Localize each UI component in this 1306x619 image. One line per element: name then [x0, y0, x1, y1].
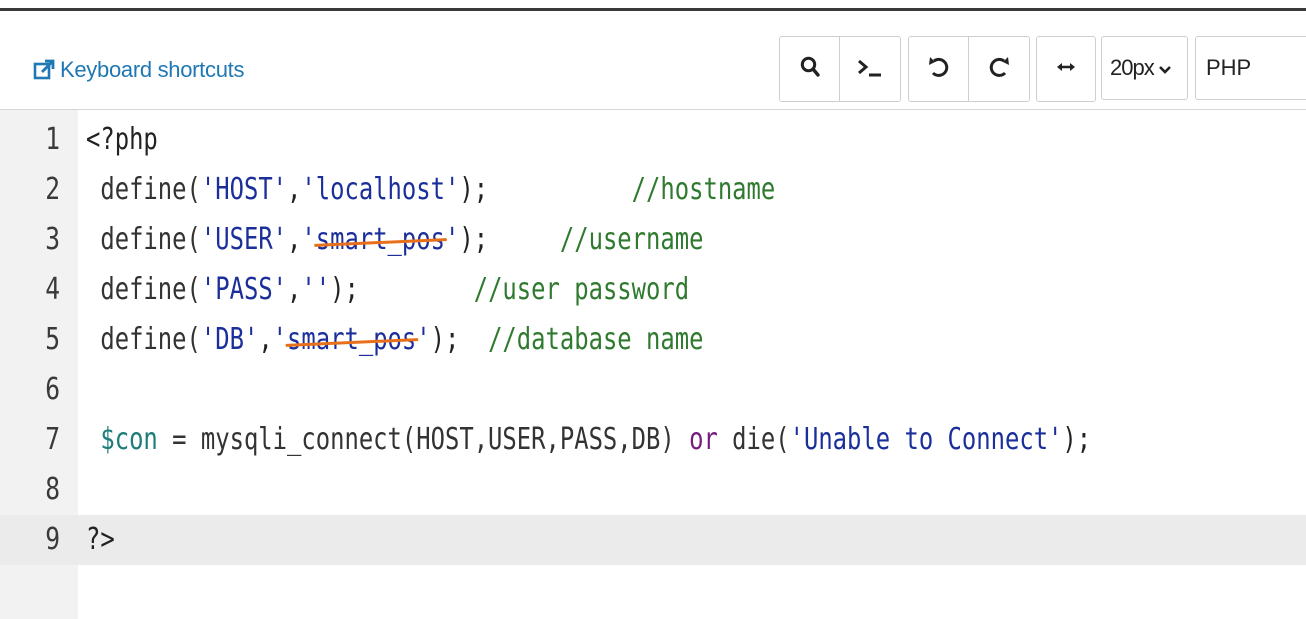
- comment: //user password: [473, 272, 690, 307]
- redacted-username: smart_pos: [316, 215, 445, 265]
- string-literal: '': [301, 272, 331, 307]
- console-button[interactable]: [840, 37, 900, 101]
- active-line-highlight: [0, 515, 1306, 565]
- font-size-select[interactable]: 20px: [1101, 36, 1188, 100]
- quote: ': [416, 322, 431, 357]
- comma: ,: [287, 272, 302, 307]
- keyboard-shortcuts-link[interactable]: Keyboard shortcuts: [33, 57, 244, 83]
- line-number: 2: [45, 172, 60, 207]
- undo-icon: [928, 55, 950, 84]
- line-number: 1: [45, 122, 60, 157]
- comma: ,: [287, 222, 302, 257]
- editor-toolbar: Keyboard shortcuts 20px PHP: [0, 11, 1306, 110]
- comment: //hostname: [631, 172, 776, 207]
- redacted-database: smart_pos: [287, 315, 416, 365]
- string-literal: 'localhost': [301, 172, 460, 207]
- line-number: 4: [45, 272, 60, 307]
- connect-call: = mysqli_connect(HOST,USER,PASS,DB): [157, 422, 690, 457]
- line-number: 3: [45, 222, 60, 257]
- wrap-button[interactable]: [1037, 37, 1095, 101]
- variable: $con: [100, 422, 158, 457]
- define-call: define(: [100, 172, 201, 207]
- line-number: 8: [45, 472, 60, 507]
- code-editor[interactable]: 1 2 3 4 5 6 7 8 9 <?php define('HOST','l…: [0, 110, 1306, 619]
- language-select[interactable]: PHP: [1195, 36, 1306, 100]
- code-line-7: $con = mysqli_connect(HOST,USER,PASS,DB)…: [86, 415, 1091, 465]
- font-size-value: 20px: [1110, 55, 1155, 80]
- php-open-tag: <?php: [86, 122, 158, 157]
- comma: ,: [287, 172, 302, 207]
- undo-redo-group: [908, 36, 1030, 102]
- line-number: 5: [45, 322, 60, 357]
- code-line-4: define('PASS',''); //user password: [86, 265, 689, 315]
- keyboard-shortcuts-label: Keyboard shortcuts: [60, 57, 245, 82]
- quote: ': [272, 322, 288, 357]
- comma: ,: [258, 322, 273, 357]
- define-call: define(: [100, 272, 201, 307]
- wrap-icon: [1056, 60, 1076, 78]
- search-terminal-group: [779, 36, 901, 102]
- comment: //username: [559, 222, 704, 257]
- redo-button[interactable]: [969, 37, 1029, 101]
- line-number: 7: [45, 422, 60, 457]
- string-literal: 'USER': [200, 222, 288, 257]
- undo-button[interactable]: [909, 37, 969, 101]
- quote: ': [444, 222, 460, 257]
- statement-end: );: [430, 322, 460, 357]
- comment: //database name: [488, 322, 704, 357]
- code-line-9: ?>: [86, 515, 115, 565]
- die-call: die(: [717, 422, 790, 457]
- code-line-5: define('DB','smart_pos'); //database nam…: [86, 315, 703, 365]
- string-literal: 'Unable to Connect': [789, 422, 1063, 457]
- statement-end: );: [1062, 422, 1092, 457]
- terminal-icon: [857, 56, 883, 83]
- language-value: PHP: [1206, 55, 1252, 80]
- line-number: 6: [45, 372, 60, 407]
- string-literal: 'PASS': [200, 272, 288, 307]
- search-icon: [800, 56, 820, 83]
- external-link-icon: [33, 59, 55, 81]
- statement-end: );: [459, 172, 489, 207]
- define-call: define(: [100, 322, 201, 357]
- code-line-1: <?php: [86, 115, 158, 165]
- code-line-2: define('HOST','localhost'); //hostname: [86, 165, 775, 215]
- php-close-tag: ?>: [86, 522, 115, 557]
- string-literal: 'DB': [200, 322, 259, 357]
- string-literal: 'HOST': [200, 172, 288, 207]
- statement-end: );: [330, 272, 359, 307]
- line-number: 9: [45, 522, 60, 557]
- wrap-group: [1036, 36, 1096, 102]
- chevron-down-icon: [1158, 55, 1172, 81]
- statement-end: );: [459, 222, 489, 257]
- quote: ': [301, 222, 316, 257]
- redo-icon: [988, 55, 1010, 84]
- keyword-or: or: [689, 422, 718, 457]
- define-call: define(: [100, 222, 201, 257]
- code-line-3: define('USER','smart_pos'); //username: [86, 215, 703, 265]
- search-button[interactable]: [780, 37, 840, 101]
